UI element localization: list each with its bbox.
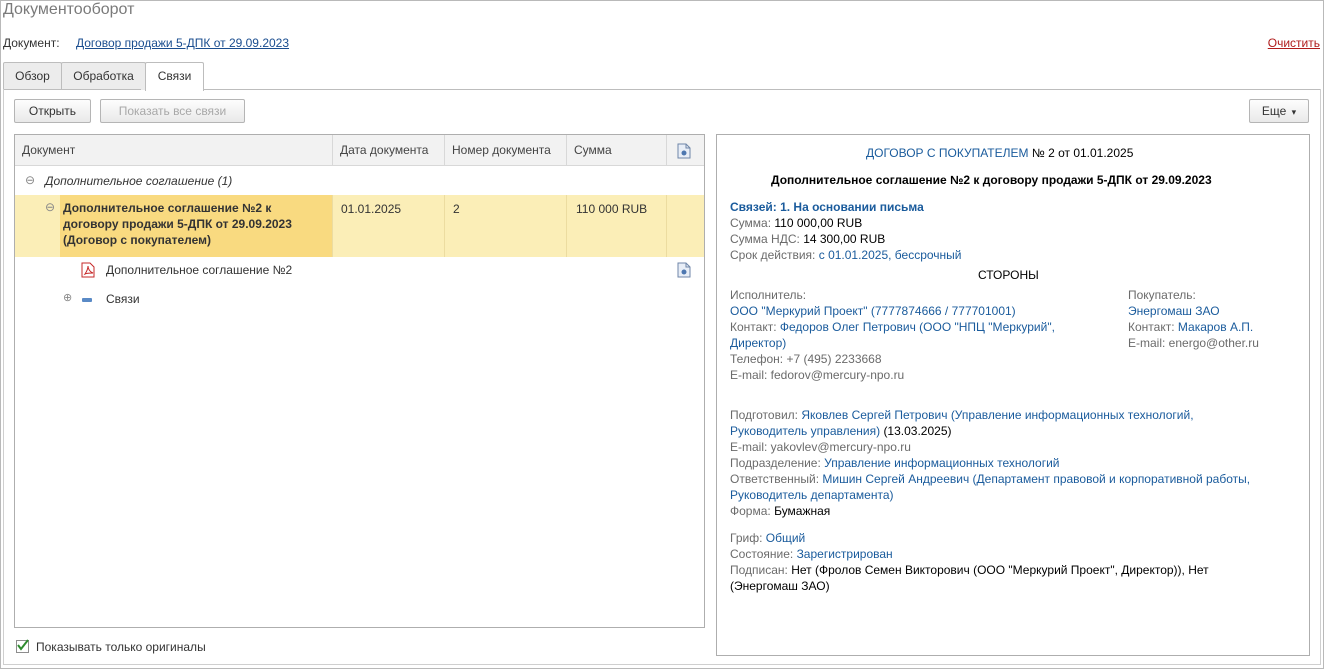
tab-processing[interactable]: Обработка [61,62,146,90]
responsible-value-cont[interactable]: Руководитель департамента) [730,487,894,503]
row-number: 2 [453,202,460,216]
cell-divider [444,195,445,257]
column-header-sum[interactable]: Сумма [567,135,667,166]
list-item[interactable]: ⊕ Связи [15,285,704,313]
links-summary[interactable]: Связей: 1. На основании письма [730,199,924,215]
column-header-document[interactable]: Документ [15,135,333,166]
row-sum: 110 000 RUB [576,202,648,216]
row-date: 01.01.2025 [341,202,402,216]
originals-label[interactable]: Показывать только оригиналы [36,640,206,654]
state-label: Состояние: [730,547,794,561]
column-header-date[interactable]: Дата документа [333,135,445,166]
collapse-icon[interactable]: ⊖ [45,200,55,214]
executor-email: E-mail: fedorov@mercury-npo.ru [730,368,905,382]
state-value[interactable]: Зарегистрирован [797,547,893,561]
contract-type-link[interactable]: ДОГОВОР С ПОКУПАТЕЛЕМ [866,146,1029,160]
signed-value-cont: (Энергомаш ЗАО) [730,579,830,593]
row-document-title: Дополнительное соглашение №2 к договору … [63,201,292,247]
grif-value[interactable]: Общий [766,531,806,545]
collapse-icon[interactable]: ⊖ [25,173,35,187]
executor-phone: Телефон: +7 (495) 2233668 [730,352,882,366]
responsible-label: Ответственный: [730,472,820,486]
prepared-value[interactable]: Яковлев Сергей Петрович (Управление инфо… [801,408,1193,422]
prepared-value-cont[interactable]: Руководитель управления) [730,424,880,438]
contract-number: № 2 от 01.01.2025 [1031,146,1134,160]
open-button[interactable]: Открыть [14,99,91,123]
document-preview: ДОГОВОР С ПОКУПАТЕЛЕМ № 2 от 01.01.2025 … [716,134,1310,656]
buyer-value[interactable]: Энергомаш ЗАО [1128,303,1220,319]
buyer-contact[interactable]: Макаров А.П. [1178,320,1253,334]
column-header-settings[interactable] [667,135,704,166]
vat-label: Сумма НДС: [730,232,800,246]
signed-value: Нет (Фролов Семен Викторович (ООО "Мерку… [791,563,1209,577]
grif-label: Гриф: [730,531,763,545]
group-label: Дополнительное соглашение (1) [45,174,233,188]
document-label: Документ: [3,36,60,50]
sum-value: 110 000,00 RUB [774,216,863,230]
prepared-label: Подготовил: [730,408,799,422]
cell-divider [566,195,567,257]
buyer-email: E-mail: energo@other.ru [1128,336,1259,350]
window-title: Документооборот [3,1,135,18]
buyer-label: Покупатель: [1128,288,1196,302]
links-table[interactable]: Документ Дата документа Номер документа … [14,134,705,628]
prepared-date: (13.03.2025) [883,424,952,438]
term-value[interactable]: с 01.01.2025, бессрочный [819,248,962,262]
parties-header: СТОРОНЫ [978,268,1039,282]
preview-title: Дополнительное соглашение №2 к договору … [771,173,1212,187]
contact-label: Контакт: [730,320,777,334]
cell-divider [332,195,333,257]
tab-overview[interactable]: Обзор [3,62,62,90]
dept-value[interactable]: Управление информационных технологий [824,456,1059,470]
buyer-contact-label: Контакт: [1128,320,1175,334]
vat-value: 14 300,00 RUB [803,232,886,246]
clear-link[interactable]: Очистить [1268,36,1320,50]
more-label: Еще [1261,104,1287,118]
links-icon [82,298,92,302]
executor-contact-cont[interactable]: Директор) [730,335,786,351]
sum-label: Сумма: [730,216,772,230]
pdf-file-icon [81,262,95,278]
prepared-email: E-mail: yakovlev@mercury-npo.ru [730,440,911,454]
form-label: Форма: [730,504,771,518]
form-value: Бумажная [774,504,831,518]
document-link[interactable]: Договор продажи 5-ДПК от 29.09.2023 [76,36,289,50]
checkmark-icon [17,639,29,651]
signed-label: Подписан: [730,563,788,577]
tab-links[interactable]: Связи [145,62,204,91]
links-label: Связи [106,292,140,306]
file-label: Дополнительное соглашение №2 [106,263,293,277]
originals-checkbox[interactable] [16,639,29,653]
term-label: Срок действия: [730,248,816,262]
executor-contact[interactable]: Федоров Олег Петрович (ООО "НПЦ "Меркури… [780,320,1055,334]
group-row[interactable]: ⊖ Дополнительное соглашение (1) [15,167,704,195]
list-item[interactable]: Дополнительное соглашение №2 [15,257,704,285]
preview-header: ДОГОВОР С ПОКУПАТЕЛЕМ № 2 от 01.01.2025 [866,145,1133,161]
file-settings-icon [677,143,691,159]
file-settings-icon[interactable] [677,262,691,278]
responsible-value[interactable]: Мишин Сергей Андреевич (Департамент прав… [822,472,1250,486]
column-header-number[interactable]: Номер документа [445,135,567,166]
executor-label: Исполнитель: [730,288,807,302]
dept-label: Подразделение: [730,456,821,470]
table-row[interactable]: ⊖ Дополнительное соглашение №2 к договор… [15,195,704,257]
more-button[interactable]: Еще ▾ [1249,99,1309,123]
chevron-down-icon: ▾ [1291,107,1297,117]
cell-divider [666,195,667,257]
show-all-links-button[interactable]: Показать все связи [100,99,245,123]
executor-value[interactable]: ООО "Меркурий Проект" (7777874666 / 7777… [730,303,1016,319]
expand-icon[interactable]: ⊕ [63,291,72,304]
